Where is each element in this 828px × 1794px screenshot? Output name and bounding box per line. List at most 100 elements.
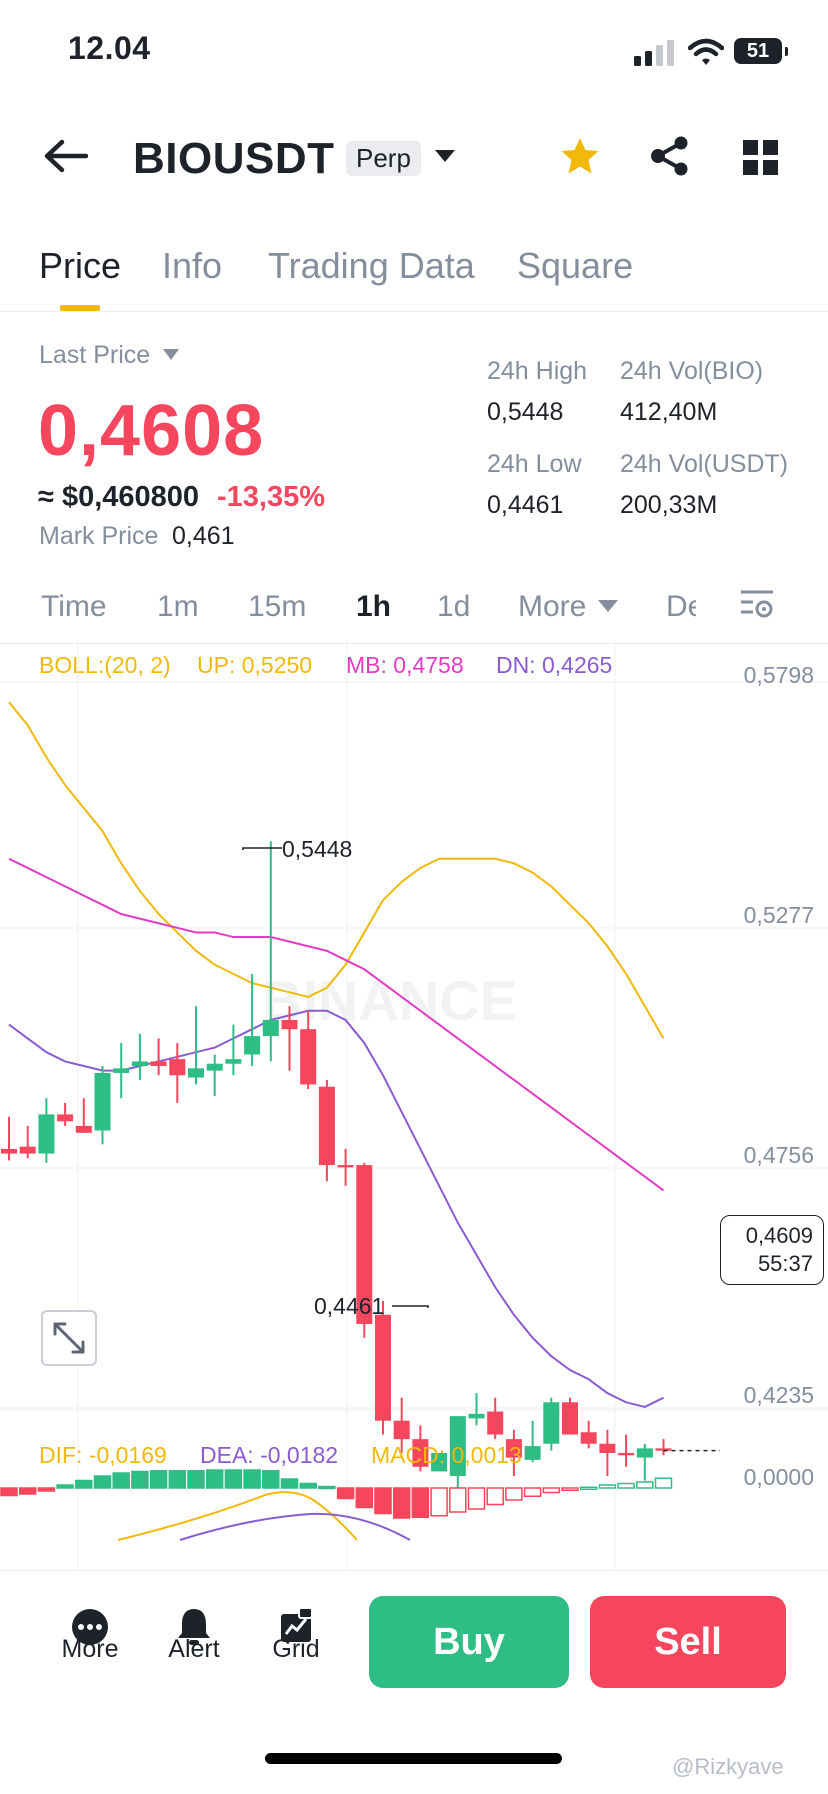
macd-bar [636,1481,654,1489]
macd-bar [262,1470,280,1489]
24h-vol-usdt: 200,33M [620,491,718,519]
candle-body [94,1072,111,1131]
macd-bar [299,1482,317,1489]
home-indicator[interactable] [265,1753,562,1764]
candle-body [75,1125,92,1133]
timeframe-time[interactable]: Time [41,590,107,624]
timeframe-more[interactable]: More [518,590,586,624]
24h-high: 0,5448 [487,398,564,426]
macd-bar [505,1487,523,1501]
macd-bar [392,1487,411,1519]
macd-bar [449,1487,467,1513]
timeframe-1m[interactable]: 1m [157,590,199,624]
high-annotation: 0,5448 [282,836,353,862]
mark-price: 0,461 [172,522,235,550]
signal-icon [634,40,674,66]
dif-line [117,1491,358,1541]
macd-bar [486,1487,504,1506]
macd-bar [523,1487,542,1497]
24h-high-label: 24h High [487,357,588,385]
macd-bar [18,1487,37,1495]
tab-square[interactable]: Square [517,245,633,287]
chart-settings-icon[interactable] [739,589,775,623]
macd-dea: DEA: -0,0182 [200,1442,339,1468]
last-price: 0,4608 [38,391,265,471]
current-price-tag: 0,4609 55:37 [720,1215,824,1285]
candle-body [57,1114,74,1122]
macd-bar [467,1487,486,1510]
timeframe-15m[interactable]: 15m [248,590,306,624]
macd-bar [280,1478,299,1489]
macd-bar [224,1469,243,1489]
status-time: 12.04 [68,30,151,66]
tab-info[interactable]: Info [162,245,222,287]
macd-bar [75,1479,93,1489]
last-price-label[interactable]: Last Price [39,341,150,370]
macd-bar [0,1487,18,1497]
high-leader [242,847,282,850]
back-arrow-icon[interactable] [42,138,88,174]
buy-button[interactable]: Buy [369,1596,569,1688]
macd-axis-label: 0,0000 [743,1464,814,1490]
price-axis-label: 0,5798 [743,662,814,688]
candle-body [1,1148,17,1154]
perp-badge: Perp [346,141,421,176]
macd-bar [93,1475,112,1489]
fullscreen-button[interactable] [41,1310,97,1366]
candle-body [337,1165,354,1168]
macd-bar [617,1482,635,1489]
macd-dif: DIF: -0,0169 [39,1442,167,1468]
timeframe-depth[interactable]: De [666,590,696,624]
macd-bar [243,1469,261,1489]
symbol-title[interactable]: BIOUSDT [133,134,335,184]
candle-body [543,1402,560,1444]
low-leader [392,1305,429,1308]
candle-body [150,1061,167,1067]
share-icon[interactable] [650,136,690,176]
price-chart[interactable]: BINANCE [0,640,828,1570]
binance-watermark: BINANCE [262,969,517,1032]
macd-bar [355,1487,374,1509]
candle-body [618,1452,635,1456]
macd-bar [205,1469,224,1489]
candle-body [244,1036,261,1055]
candle-body [636,1448,653,1458]
candle-countdown: 55:37 [757,1251,813,1276]
more-button[interactable]: More [59,1635,121,1664]
candle-body [599,1443,616,1453]
timeframe-1h[interactable]: 1h [356,590,391,624]
macd-bar [430,1487,448,1517]
candle-body [562,1402,578,1435]
24h-vol-usdt-label: 24h Vol(USDT) [620,450,789,478]
macd-value: MACD: 0,0013 [371,1442,522,1468]
chevron-down-icon[interactable] [434,148,456,164]
candle-body [524,1446,541,1460]
macd-bar [542,1487,561,1494]
more-caret-icon[interactable] [598,600,618,613]
grid-button[interactable]: Grid [265,1635,327,1664]
candle-body [113,1068,130,1073]
timeframe-1d[interactable]: 1d [437,590,470,624]
candle-body [262,1019,279,1037]
macd-bar [579,1486,598,1490]
macd-bar [112,1472,130,1489]
macd-bar [598,1484,617,1489]
divider [0,311,828,312]
mark-price-label: Mark Price [39,522,159,550]
macd-bar [318,1485,336,1490]
boll-lower-line [8,1009,664,1408]
tab-trading-data[interactable]: Trading Data [268,245,475,287]
24h-low-label: 24h Low [487,450,582,478]
dea-line [179,1512,411,1541]
alert-button[interactable]: Alert [163,1635,225,1664]
macd-bar [149,1470,168,1489]
battery-icon: 51 [734,38,788,64]
candle-body [281,1019,298,1030]
star-icon[interactable] [560,137,600,175]
tab-price[interactable]: Price [39,245,121,287]
sell-button[interactable]: Sell [590,1596,786,1688]
macd-bar [336,1487,355,1500]
macd-bar [187,1470,205,1489]
caret-down-icon[interactable] [163,349,179,361]
grid-menu-icon[interactable] [743,140,779,176]
